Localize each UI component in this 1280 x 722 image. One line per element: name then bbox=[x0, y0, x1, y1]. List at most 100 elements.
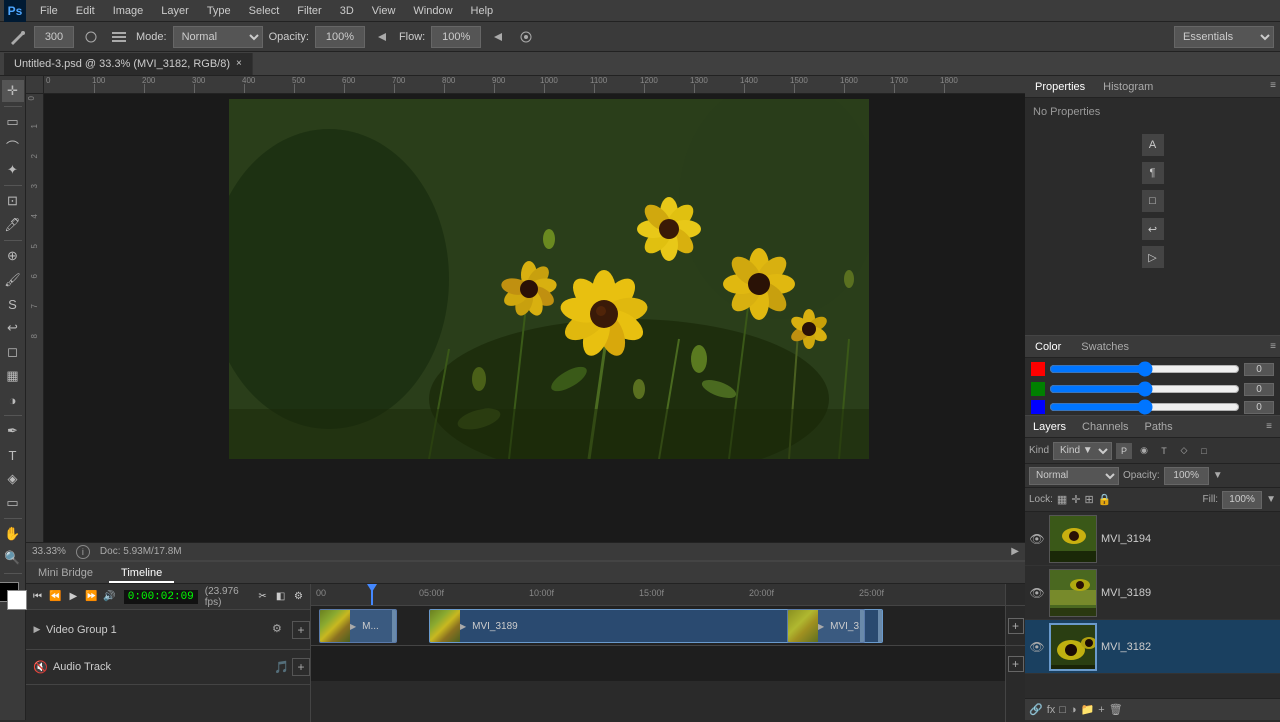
collapse-panel-icon[interactable] bbox=[1246, 0, 1260, 14]
add-group-icon[interactable]: 📁 bbox=[1081, 703, 1095, 716]
fill-arrow-icon[interactable]: ▼ bbox=[1266, 494, 1276, 505]
pen-tool[interactable]: ✒ bbox=[2, 420, 24, 442]
timeline-ruler[interactable]: 00 05:00f 10:00f 15:00f 20:00f 25:00f bbox=[311, 584, 1005, 606]
video-track-clips[interactable]: ▶ M... ▶ MVI_3189 bbox=[311, 606, 1005, 646]
tab-layers[interactable]: Layers bbox=[1025, 416, 1074, 438]
opacity-arrow-icon[interactable]: ▼ bbox=[1213, 470, 1223, 481]
brush-tool-icon[interactable] bbox=[6, 26, 28, 48]
path-select-tool[interactable]: ◈ bbox=[2, 468, 24, 490]
document-tab[interactable]: Untitled-3.psd @ 33.3% (MVI_3182, RGB/8)… bbox=[4, 53, 253, 75]
canvas-content[interactable] bbox=[44, 94, 1025, 542]
shape-tool[interactable]: ▭ bbox=[2, 492, 24, 514]
add-layer-icon[interactable]: + bbox=[1098, 704, 1104, 716]
tab-histogram[interactable]: Histogram bbox=[1095, 76, 1161, 97]
tab-channels[interactable]: Channels bbox=[1074, 416, 1136, 438]
green-value[interactable] bbox=[1244, 383, 1274, 396]
eyedropper-tool[interactable]: 🖊 bbox=[2, 214, 24, 236]
paragraph-icon[interactable]: ¶ bbox=[1142, 162, 1164, 184]
layer-comp-icon[interactable]: □ bbox=[1142, 190, 1164, 212]
video-group-settings-icon[interactable]: ⚙ bbox=[272, 622, 288, 638]
step-forward-button[interactable]: ⏩ bbox=[84, 588, 99, 606]
layer-visibility-3189[interactable]: 👁 bbox=[1029, 585, 1045, 601]
filter-smartobj-icon[interactable]: □ bbox=[1196, 443, 1212, 459]
gradient-tool[interactable]: ▦ bbox=[2, 365, 24, 387]
tab-mini-bridge[interactable]: Mini Bridge bbox=[26, 562, 105, 583]
type-tool[interactable]: T bbox=[2, 444, 24, 466]
dodge-tool[interactable]: ◑ bbox=[2, 389, 24, 411]
blue-value[interactable] bbox=[1244, 401, 1274, 414]
mode-select[interactable]: Normal bbox=[173, 26, 263, 48]
menu-help[interactable]: Help bbox=[463, 3, 502, 19]
filter-type-icon[interactable]: T bbox=[1156, 443, 1172, 459]
blend-mode-select[interactable]: Normal bbox=[1029, 467, 1119, 485]
pressure-opacity-icon[interactable] bbox=[371, 26, 393, 48]
history-brush-tool[interactable]: ↩ bbox=[2, 317, 24, 339]
crop-tool[interactable]: ⊡ bbox=[2, 190, 24, 212]
history-icon[interactable]: ↩ bbox=[1142, 218, 1164, 240]
clip-mvi-3194[interactable]: ▶ MVI_3... bbox=[787, 609, 865, 643]
audio-mute-icon[interactable]: 🔇 bbox=[33, 660, 48, 674]
brush-settings-icon[interactable] bbox=[108, 26, 130, 48]
move-tool[interactable]: ✛ bbox=[2, 80, 24, 102]
playback-icon[interactable]: ▶ bbox=[1011, 546, 1019, 557]
blue-slider[interactable] bbox=[1049, 403, 1240, 411]
tab-swatches[interactable]: Swatches bbox=[1071, 336, 1139, 358]
zoom-tool[interactable]: 🔍 bbox=[2, 547, 24, 569]
layers-panel-menu-icon[interactable]: ≡ bbox=[1262, 417, 1276, 436]
cut-button[interactable]: ✂ bbox=[255, 588, 270, 606]
add-video-track-button[interactable]: + bbox=[292, 621, 310, 639]
link-layers-icon[interactable]: 🔗 bbox=[1029, 703, 1043, 716]
settings-button[interactable]: ⚙ bbox=[291, 588, 306, 606]
opacity-input[interactable] bbox=[315, 26, 365, 48]
marquee-tool[interactable]: ▭ bbox=[2, 111, 24, 133]
menu-layer[interactable]: Layer bbox=[153, 3, 197, 19]
healing-tool[interactable]: ⊕ bbox=[2, 245, 24, 267]
layer-item-mvi-3182[interactable]: 👁 MVI_3182 bbox=[1025, 620, 1280, 674]
add-audio-track-button[interactable]: + bbox=[292, 658, 310, 676]
red-value[interactable] bbox=[1244, 363, 1274, 376]
tab-color[interactable]: Color bbox=[1025, 336, 1071, 358]
expand-video-group-button[interactable]: ▶ bbox=[30, 623, 44, 637]
brush-size-input[interactable] bbox=[34, 26, 74, 48]
step-back-button[interactable]: ⏪ bbox=[48, 588, 63, 606]
tab-paths[interactable]: Paths bbox=[1137, 416, 1181, 438]
background-color[interactable] bbox=[7, 590, 27, 610]
add-effect-icon[interactable]: fx bbox=[1047, 704, 1056, 716]
layer-item-mvi-3189[interactable]: 👁 MVI_3189 bbox=[1025, 566, 1280, 620]
menu-type[interactable]: Type bbox=[199, 3, 239, 19]
color-panel-menu-icon[interactable]: ≡ bbox=[1270, 341, 1276, 352]
menu-3d[interactable]: 3D bbox=[332, 3, 362, 19]
red-slider[interactable] bbox=[1049, 365, 1240, 373]
layer-visibility-3182[interactable]: 👁 bbox=[1029, 639, 1045, 655]
panel-menu-icon[interactable]: ≡ bbox=[1266, 76, 1280, 97]
audio-button[interactable]: 🔊 bbox=[102, 588, 117, 606]
playhead[interactable] bbox=[371, 584, 373, 605]
workspace-select[interactable]: Essentials bbox=[1174, 26, 1274, 48]
layer-visibility-3194[interactable]: 👁 bbox=[1029, 531, 1045, 547]
add-audio-layer-button[interactable]: + bbox=[1008, 656, 1024, 672]
add-adjustment-icon[interactable]: ◑ bbox=[1070, 704, 1077, 716]
menu-edit[interactable]: Edit bbox=[68, 3, 103, 19]
lasso-tool[interactable]: ⌒ bbox=[2, 135, 24, 157]
menu-view[interactable]: View bbox=[364, 3, 404, 19]
lock-pixels-icon[interactable]: ▦ bbox=[1057, 493, 1067, 506]
layer-item-mvi-3194[interactable]: 👁 MVI_3194 bbox=[1025, 512, 1280, 566]
kind-select[interactable]: Kind ▼ bbox=[1053, 442, 1112, 460]
brush-tool[interactable]: 🖌 bbox=[2, 269, 24, 291]
filter-pixel-icon[interactable]: P bbox=[1116, 443, 1132, 459]
flow-input[interactable] bbox=[431, 26, 481, 48]
menu-image[interactable]: Image bbox=[105, 3, 152, 19]
play-button[interactable]: ▶ bbox=[66, 588, 81, 606]
audio-settings-icon[interactable]: 🎵 bbox=[274, 660, 289, 674]
go-to-first-frame-button[interactable]: ⏮ bbox=[30, 588, 45, 606]
tab-timeline[interactable]: Timeline bbox=[109, 562, 174, 583]
menu-select[interactable]: Select bbox=[241, 3, 288, 19]
eraser-tool[interactable]: ◻ bbox=[2, 341, 24, 363]
filter-adj-icon[interactable]: ◉ bbox=[1136, 443, 1152, 459]
tab-close-button[interactable]: × bbox=[236, 58, 242, 69]
tab-properties[interactable]: Properties bbox=[1025, 76, 1095, 97]
clip-end-handle-2[interactable] bbox=[878, 610, 882, 642]
airbrush-icon[interactable] bbox=[515, 26, 537, 48]
clip-end-handle-3[interactable] bbox=[860, 610, 864, 642]
menu-filter[interactable]: Filter bbox=[289, 3, 329, 19]
